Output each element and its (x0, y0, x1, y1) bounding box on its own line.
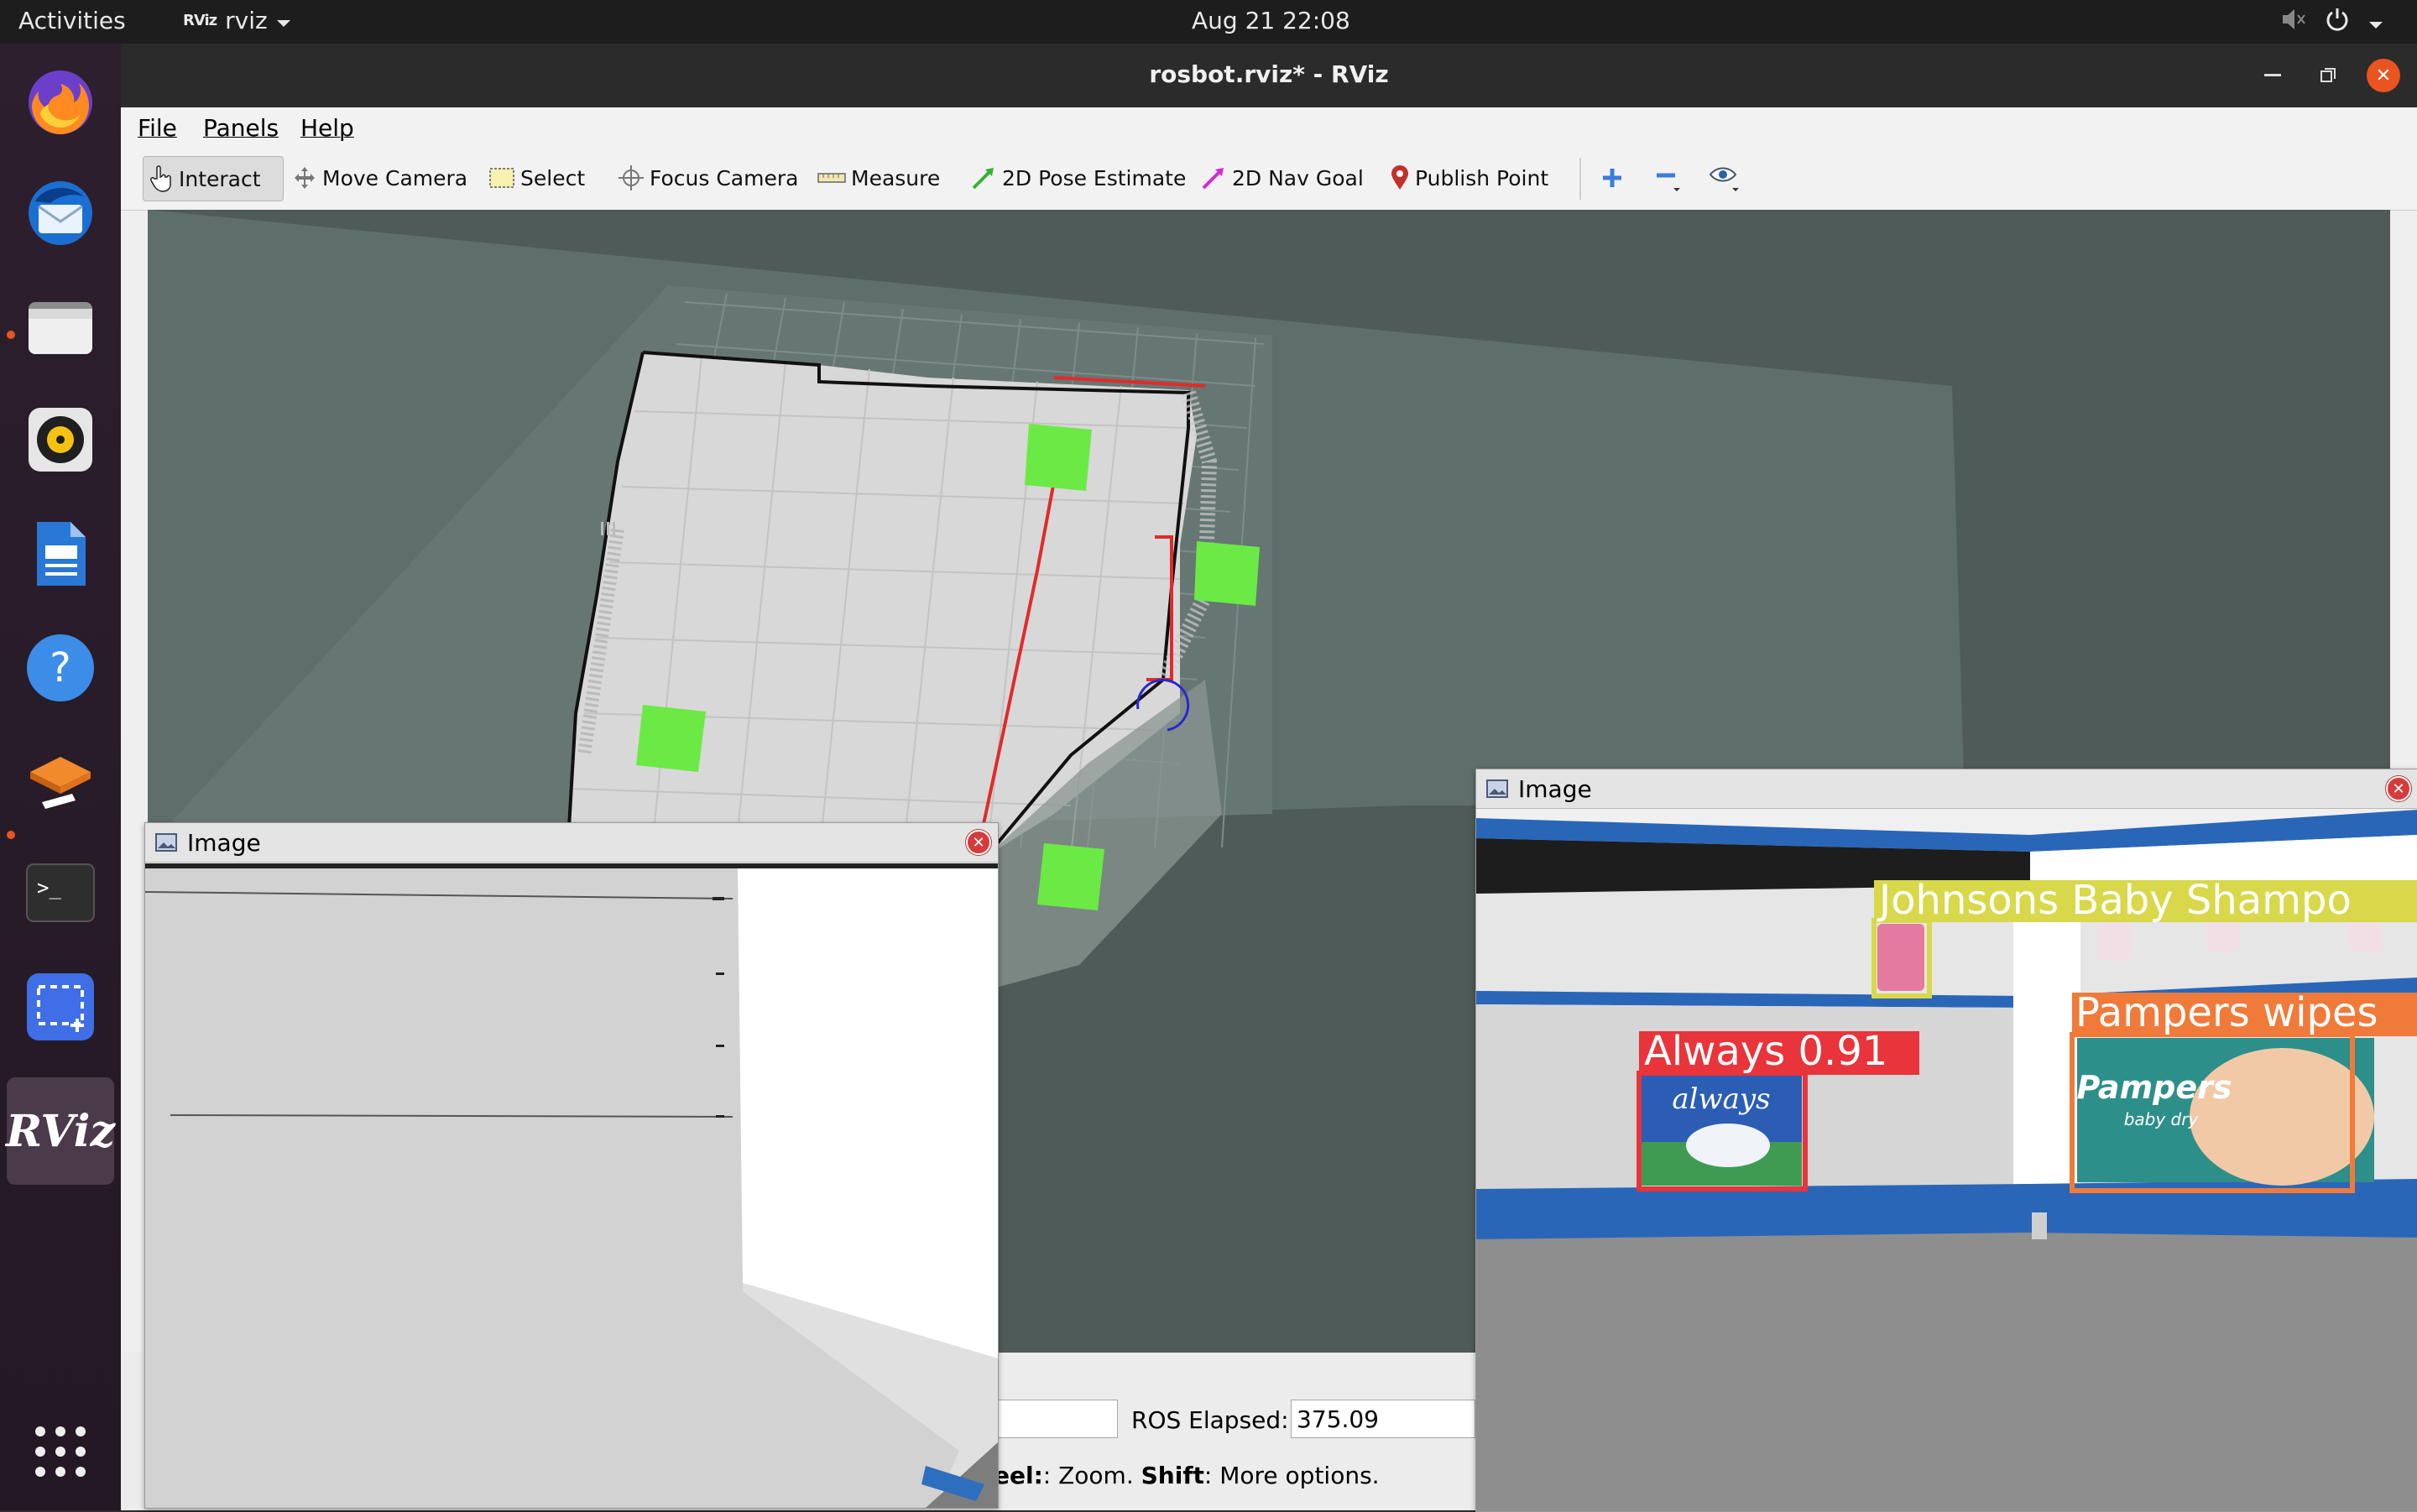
publish-point-tool-button[interactable]: Publish Point (1383, 156, 1555, 200)
ros-time-field[interactable] (994, 1400, 1118, 1438)
detection-label-always: Always 0.91 (1644, 1028, 1887, 1075)
select-tool-button[interactable]: Select (482, 156, 592, 200)
toolbar-separator (1579, 158, 1581, 200)
maximize-button[interactable] (2311, 59, 2345, 92)
minus-icon (1657, 173, 1680, 191)
activities-button[interactable]: Activities (18, 7, 126, 34)
always-brand-text: always (1672, 1082, 1770, 1116)
volume-muted-icon (2281, 8, 2306, 37)
plus-icon (1603, 169, 1621, 187)
thunderbird-icon[interactable] (20, 173, 101, 253)
focus-camera-tool-button[interactable]: Focus Camera (611, 156, 805, 200)
remove-tool-button[interactable] (1647, 156, 1690, 200)
pose-estimate-label: 2D Pose Estimate (1002, 165, 1187, 190)
nav-goal-label: 2D Nav Goal (1232, 165, 1364, 190)
ruler-icon (817, 173, 846, 183)
interact-tool-button[interactable]: Interact (143, 156, 284, 201)
rhythmbox-icon[interactable] (20, 399, 101, 480)
svg-text:?: ? (50, 644, 70, 691)
move-camera-tool-button[interactable]: Move Camera (285, 156, 474, 200)
magenta-arrow-icon (1202, 168, 1224, 190)
ubuntu-software-icon[interactable] (20, 740, 101, 821)
add-tool-button[interactable] (1593, 156, 1631, 200)
panel-header[interactable]: Image (1476, 769, 2417, 809)
panel-title: Image (1518, 774, 1592, 803)
ros-elapsed-label: ROS Elapsed: (1131, 1406, 1289, 1434)
firefox-icon[interactable] (20, 60, 101, 141)
close-panel-button[interactable]: ✕ (966, 830, 991, 855)
power-icon (2325, 7, 2350, 38)
pampers-brand-text: Pampers (2077, 1069, 2232, 1106)
files-icon[interactable] (20, 285, 101, 366)
writer-icon[interactable] (20, 514, 101, 594)
clock[interactable]: Aug 21 22:08 (1192, 7, 1350, 34)
map-pin-icon (1391, 165, 1408, 190)
eye-icon (1709, 167, 1739, 191)
publish-point-label: Publish Point (1415, 165, 1549, 190)
view-options-button[interactable] (1702, 156, 1749, 200)
detection-label-pampers: Pampers wipes (2075, 989, 2378, 1036)
depth-image-panel[interactable]: Image ✕ (144, 822, 999, 1509)
green-arrow-icon (972, 168, 994, 190)
close-panel-button[interactable]: ✕ (2386, 776, 2411, 801)
measure-label: Measure (851, 165, 941, 190)
image-panel-icon (1486, 779, 1508, 798)
system-menu[interactable] (2281, 7, 2383, 38)
rviz-icon[interactable]: RViz (5, 1077, 116, 1185)
panel-header[interactable]: Image (145, 823, 998, 863)
chevron-down-icon (2368, 8, 2383, 36)
chevron-down-icon (276, 7, 291, 34)
pampers-sub-text: baby dry (2124, 1109, 2200, 1129)
help-icon[interactable]: ? (20, 628, 101, 708)
menu-bar: File Panels Help (121, 107, 2417, 148)
window-title: rosbot.rviz* - RViz (1149, 60, 1389, 88)
title-bar: rosbot.rviz* - RViz ✕ (121, 44, 2417, 107)
ros-elapsed-field[interactable]: 375.09 (1291, 1400, 1475, 1438)
terminal-prompt: >_ (37, 876, 61, 899)
menu-file[interactable]: File (138, 114, 177, 142)
interact-label: Interact (179, 166, 261, 191)
menu-help[interactable]: Help (300, 114, 354, 142)
panel-title: Image (187, 828, 261, 857)
select-label: Select (520, 165, 586, 190)
terminal-icon[interactable]: >_ (20, 852, 101, 933)
hint-mid: : Zoom. (1042, 1462, 1141, 1489)
rviz-dock-label: RViz (5, 1105, 116, 1157)
measure-tool-button[interactable]: Measure (811, 156, 947, 200)
top-bar: Activities RViz rviz Aug 21 22:08 (0, 0, 2417, 44)
hint-suffix: : More options. (1203, 1462, 1380, 1489)
move-camera-label: Move Camera (322, 165, 468, 190)
camera-image-panel[interactable]: Image ✕ always Pampers baby dry Johnsons… (1475, 769, 2417, 1512)
minimize-button[interactable] (2256, 59, 2289, 92)
nav-goal-tool-button[interactable]: 2D Nav Goal (1193, 156, 1370, 200)
rviz-small-icon: RViz (183, 12, 217, 29)
screenshot-icon[interactable] (20, 967, 101, 1047)
hand-pointer-icon (150, 165, 171, 192)
close-button[interactable]: ✕ (2367, 59, 2400, 92)
hint-prefix: eel: (994, 1462, 1043, 1489)
detection-label-johnsons: Johnsons Baby Shampo (1877, 877, 2352, 924)
image-panel-icon (155, 833, 177, 852)
focus-crosshair-icon (619, 165, 644, 190)
depth-image (145, 863, 998, 1508)
tools-toolbar: Interact Move Camera Select Focus Camera… (121, 148, 2417, 211)
menu-panels[interactable]: Panels (203, 114, 279, 142)
hint-shift: Shift (1141, 1462, 1204, 1489)
move-arrows-icon (295, 167, 315, 189)
focus-camera-label: Focus Camera (650, 165, 799, 190)
show-apps-icon[interactable] (20, 1411, 101, 1492)
dock: ? >_ RViz (0, 44, 121, 1510)
camera-image: always Pampers baby dry Johnsons Baby Sh… (1476, 810, 2417, 1511)
app-menu[interactable]: RViz rviz (183, 7, 291, 34)
select-box-icon (489, 168, 514, 188)
app-menu-label: rviz (225, 7, 268, 34)
status-hint: eel:: Zoom. Shift: More options. (994, 1462, 1380, 1489)
pose-estimate-tool-button[interactable]: 2D Pose Estimate (963, 156, 1193, 200)
